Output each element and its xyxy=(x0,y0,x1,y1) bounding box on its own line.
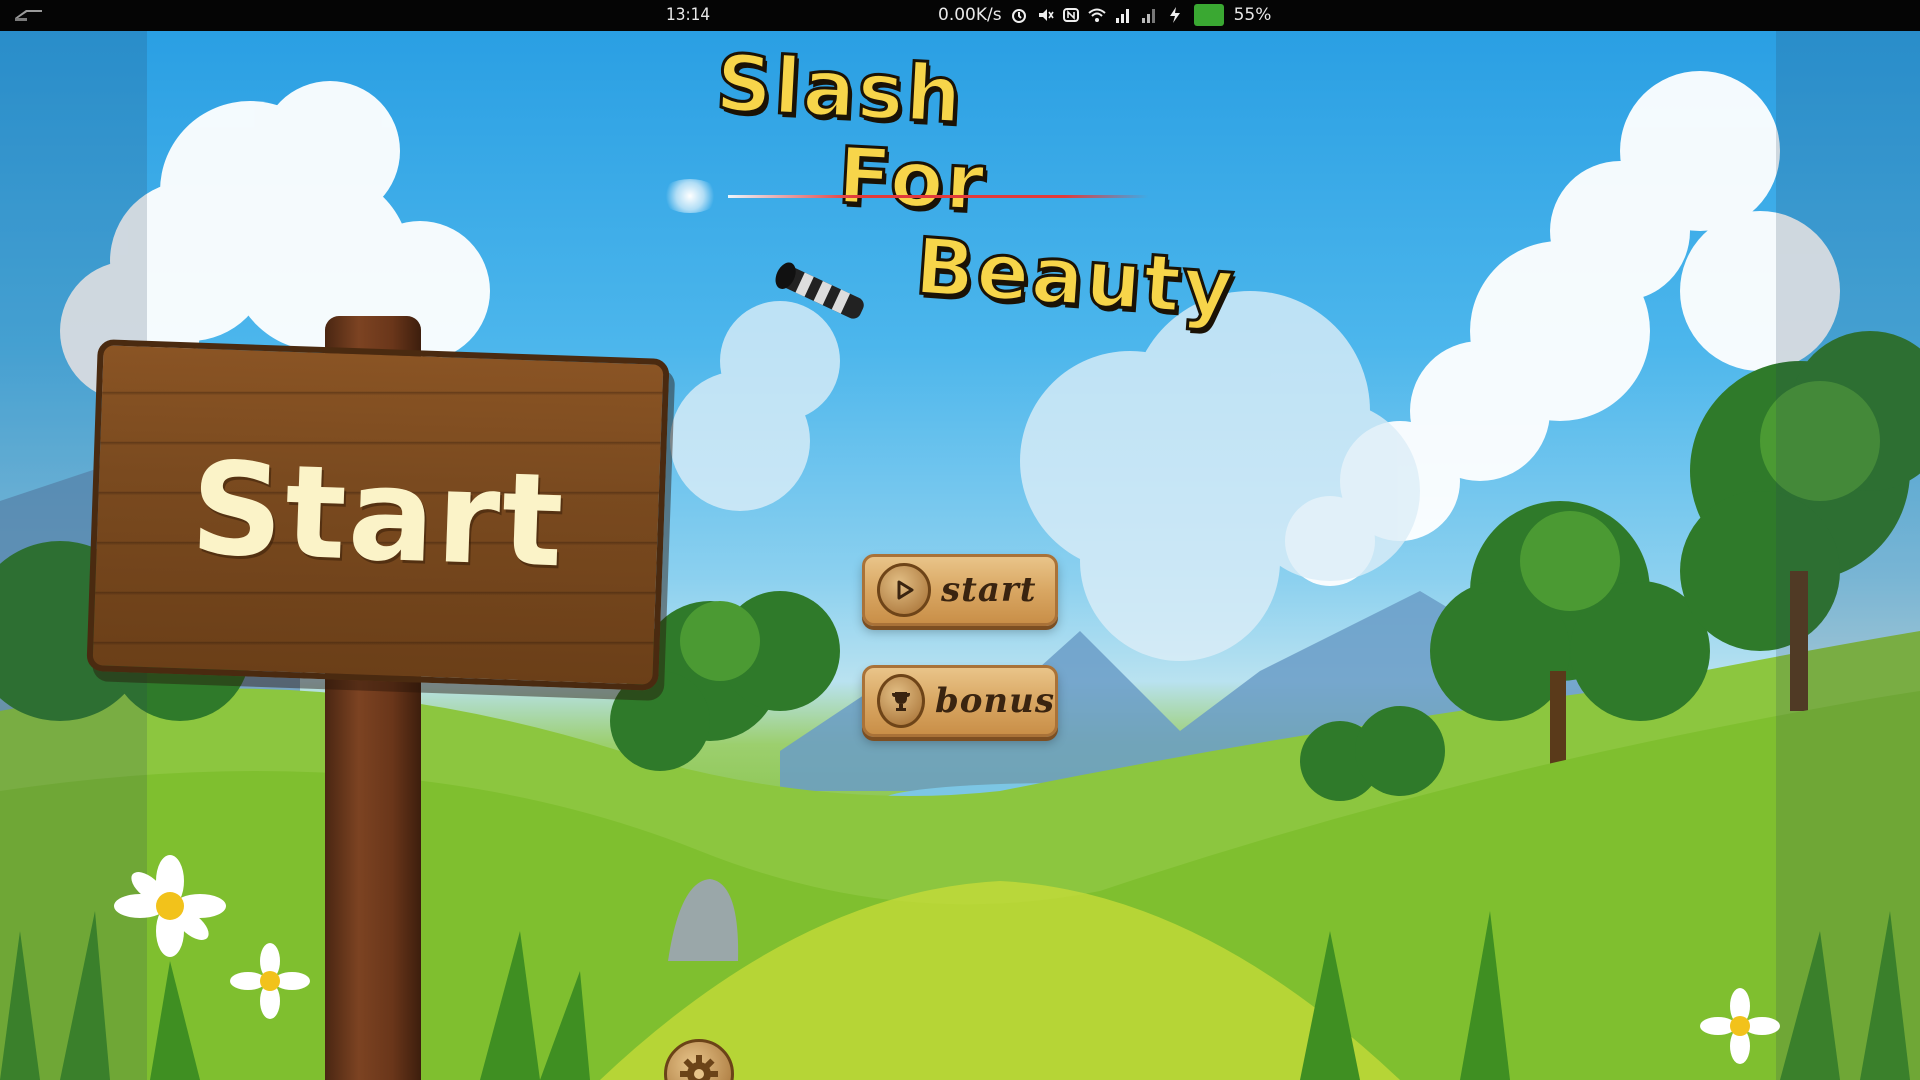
daisy-flower xyxy=(1700,988,1780,1064)
settings-gear-icon xyxy=(680,1055,718,1080)
battery-percent: 55% xyxy=(1233,5,1272,25)
sign-start-text: Start xyxy=(188,434,568,596)
trophy-icon xyxy=(877,674,925,728)
battery-icon xyxy=(1193,4,1224,26)
start-button[interactable]: start xyxy=(862,554,1058,626)
wifi-icon xyxy=(1087,6,1106,24)
bonus-button[interactable]: bonus xyxy=(862,665,1058,737)
laser-glow xyxy=(660,179,720,213)
bonus-button-label: bonus xyxy=(934,681,1055,721)
lightsaber-icon xyxy=(770,261,880,325)
game-scene: Start Slash For Beauty start bonus xyxy=(0,31,1920,1080)
right-letterbox xyxy=(1776,31,1920,1080)
status-icons: 0.00K/s 55% xyxy=(938,4,1271,26)
start-sign[interactable]: Start xyxy=(86,339,670,691)
play-icon xyxy=(877,563,931,617)
start-button-label: start xyxy=(941,570,1037,610)
title-slash: Slash xyxy=(712,37,967,143)
nfc-icon xyxy=(1062,6,1080,24)
signal2-icon xyxy=(1140,6,1158,24)
daisy-flower xyxy=(230,943,310,1019)
daisy-flower xyxy=(114,855,226,957)
signal-icon xyxy=(1114,6,1132,24)
status-time: 13:14 xyxy=(666,5,711,25)
status-bar: 13:14 0.00K/s 55% xyxy=(0,0,1920,31)
back-icon[interactable] xyxy=(12,6,46,24)
data-rate: 0.00K/s xyxy=(938,5,1002,25)
charging-icon xyxy=(1166,6,1184,24)
mute-icon xyxy=(1036,6,1054,24)
laser-beam xyxy=(728,195,1148,198)
alarm-icon xyxy=(1010,6,1028,24)
title-for: For xyxy=(834,130,990,231)
